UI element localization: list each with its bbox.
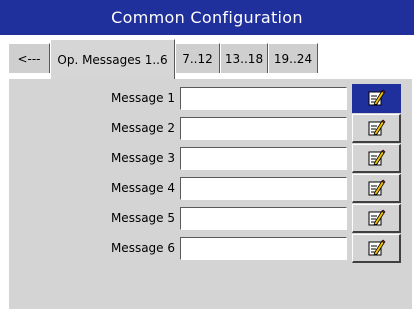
message-1-label: Message 1 <box>110 91 175 105</box>
message-4-field[interactable] <box>180 177 347 200</box>
message-1-edit-button[interactable] <box>352 84 401 113</box>
message-6-edit-button[interactable] <box>352 234 401 263</box>
message-3-field[interactable] <box>180 147 347 170</box>
message-2-edit-button[interactable] <box>352 114 401 143</box>
message-6-field[interactable] <box>180 237 347 260</box>
configuration-window: Common Configuration <--- Op. Messages 1… <box>0 0 414 309</box>
message-3-label: Message 3 <box>110 151 175 165</box>
tab-messages-7-12[interactable]: 7..12 <box>175 43 220 73</box>
edit-pencil-icon <box>368 179 386 196</box>
tab-back[interactable]: <--- <box>8 43 50 73</box>
message-4-edit-button[interactable] <box>352 174 401 203</box>
message-1-field[interactable] <box>180 87 347 110</box>
edit-pencil-icon <box>368 149 386 166</box>
message-3-edit-button[interactable] <box>352 144 401 173</box>
tab-op-messages-1-6[interactable]: Op. Messages 1..6 <box>50 39 175 79</box>
message-5-field[interactable] <box>180 207 347 230</box>
window-title: Common Configuration <box>0 0 414 35</box>
message-5-label: Message 5 <box>110 211 175 225</box>
edit-pencil-icon <box>368 239 386 256</box>
message-6-label: Message 6 <box>110 241 175 255</box>
tab-messages-13-18[interactable]: 13..18 <box>220 43 268 73</box>
message-4-label: Message 4 <box>110 181 175 195</box>
message-2-field[interactable] <box>180 117 347 140</box>
edit-pencil-icon <box>368 119 386 136</box>
message-5-edit-button[interactable] <box>352 204 401 233</box>
message-2-label: Message 2 <box>110 121 175 135</box>
edit-pencil-icon <box>368 209 386 226</box>
edit-pencil-icon <box>368 89 386 106</box>
tab-messages-19-24[interactable]: 19..24 <box>268 43 318 73</box>
